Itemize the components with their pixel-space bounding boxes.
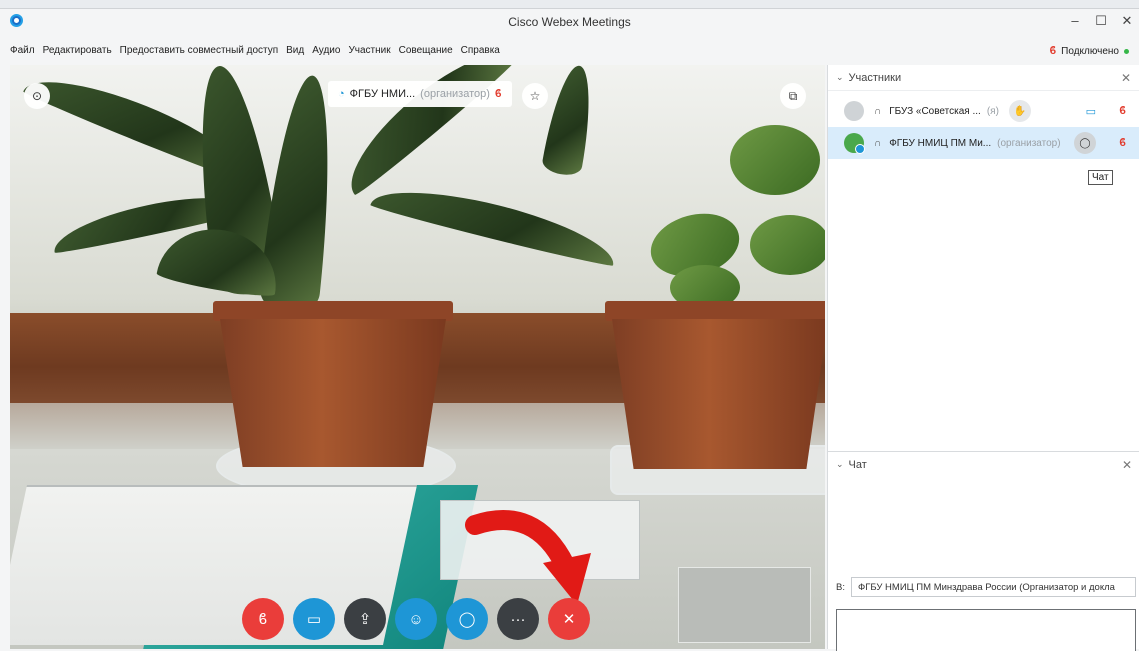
avatar	[844, 101, 864, 121]
scene-pot-rim	[213, 301, 453, 321]
title-bar: Cisco Webex Meetings – ☐ ✕	[0, 9, 1139, 35]
chat-to-label: В:	[836, 581, 845, 593]
mic-muted-icon: ϐ	[494, 88, 502, 100]
active-speaker-role: (организатор)	[420, 88, 490, 100]
chat-recipient-row: В: ФГБУ НМИЦ ПМ Минздрава России (Органи…	[828, 575, 1139, 599]
mic-muted-icon: ϐ	[1049, 45, 1057, 57]
participant-row[interactable]: ∩ ФГБУ НМИЦ ПМ Ми... (организатор) ◯ ϐ	[828, 127, 1139, 159]
menu-meeting[interactable]: Совещание	[399, 45, 453, 56]
connection-status[interactable]: ϐ Подключено	[1049, 45, 1129, 57]
menu-share[interactable]: Предоставить совместный доступ	[120, 45, 278, 56]
info-icon[interactable]: ⊙	[24, 83, 50, 109]
window-title: Cisco Webex Meetings	[508, 15, 631, 29]
meeting-controls: ϐ ▭ ⇪ ☺ ◯ ··· ✕	[242, 598, 590, 640]
scene-pot-rim	[605, 301, 825, 321]
connection-label: Подключено	[1061, 45, 1119, 57]
mic-muted-icon: ϐ	[1119, 105, 1126, 117]
chat-recipient-select[interactable]: ФГБУ НМИЦ ПМ Минздрава России (Организат…	[850, 577, 1136, 597]
layout-icon[interactable]: ⧉	[780, 83, 806, 109]
maximize-icon[interactable]: ☐	[1095, 13, 1107, 29]
menu-file[interactable]: Файл	[10, 45, 35, 56]
pin-icon[interactable]: ☆	[522, 83, 548, 109]
chat-icon[interactable]: ◯	[446, 598, 488, 640]
menu-view[interactable]: Вид	[286, 45, 304, 56]
participant-name: ФГБУ НМИЦ ПМ Ми...	[889, 137, 992, 149]
menu-audio[interactable]: Аудио	[312, 45, 340, 56]
chat-header[interactable]: ⌄ Чат ✕	[828, 451, 1139, 477]
menu-help[interactable]: Справка	[461, 45, 500, 56]
close-icon[interactable]: ✕	[1121, 13, 1133, 29]
scene-pot	[220, 319, 446, 467]
active-speaker-tag: ◔ ФГБУ НМИ... (организатор) ϐ	[328, 81, 512, 107]
scene-leaf	[369, 175, 621, 269]
scene-leaf	[750, 215, 825, 275]
participants-title: Участники	[848, 71, 902, 84]
menu-participant[interactable]: Участник	[348, 45, 390, 56]
headset-icon: ∩	[874, 137, 882, 149]
more-icon[interactable]: ···	[497, 598, 539, 640]
camera-icon[interactable]: ▭	[293, 598, 335, 640]
scene-leaf	[730, 125, 820, 195]
chat-input[interactable]	[836, 609, 1136, 651]
participants-header[interactable]: ⌄ Участники ✕	[828, 65, 1139, 91]
camera-icon: ▭	[1085, 105, 1096, 118]
raise-hand-icon[interactable]: ✋	[1008, 100, 1031, 122]
participant-tag: (я)	[986, 105, 999, 117]
active-speaker-name: ФГБУ НМИ...	[349, 88, 416, 100]
webex-logo-icon: ◔	[338, 88, 345, 100]
chat-title: Чат	[848, 458, 867, 471]
participant-tag: (организатор)	[997, 137, 1061, 149]
participants-icon[interactable]: ☺	[395, 598, 437, 640]
menu-bar: Файл Редактировать Предоставить совместн…	[0, 35, 1139, 65]
participant-name: ГБУЗ «Советская ...	[889, 105, 981, 117]
avatar	[844, 133, 865, 154]
close-icon[interactable]: ✕	[1122, 458, 1132, 472]
chat-icon[interactable]: ◯	[1074, 132, 1096, 154]
close-icon[interactable]: ✕	[1121, 71, 1131, 85]
webex-logo-icon	[10, 14, 23, 27]
video-stage[interactable]: ⊙ ◔ ФГБУ НМИ... (организатор) ϐ ☆ ⧉ ϐ ▭ …	[10, 65, 825, 649]
headset-icon: ∩	[874, 105, 882, 117]
side-panel: ⌄ Участники ✕ ∩ ГБУЗ «Советская ... (я) …	[827, 65, 1139, 651]
menu-edit[interactable]: Редактировать	[43, 45, 112, 56]
minimize-icon[interactable]: –	[1069, 13, 1081, 29]
scene-leaf	[540, 65, 600, 178]
connected-dot-icon	[1124, 48, 1129, 54]
participant-row[interactable]: ∩ ГБУЗ «Советская ... (я) ✋ ▭ ϐ	[828, 95, 1139, 127]
end-call-icon[interactable]: ✕	[548, 598, 590, 640]
window-controls: – ☐ ✕	[1069, 13, 1133, 29]
webex-window: Cisco Webex Meetings – ☐ ✕ Файл Редактир…	[0, 8, 1139, 651]
scene-pot	[612, 319, 825, 469]
chat-tooltip: Чат	[1088, 170, 1113, 185]
mic-muted-icon: ϐ	[1119, 137, 1126, 149]
chevron-down-icon[interactable]: ⌄	[836, 459, 844, 470]
chevron-down-icon[interactable]: ⌄	[836, 72, 844, 83]
mic-muted-icon[interactable]: ϐ	[242, 598, 284, 640]
self-preview[interactable]	[678, 567, 811, 643]
share-icon[interactable]: ⇪	[344, 598, 386, 640]
